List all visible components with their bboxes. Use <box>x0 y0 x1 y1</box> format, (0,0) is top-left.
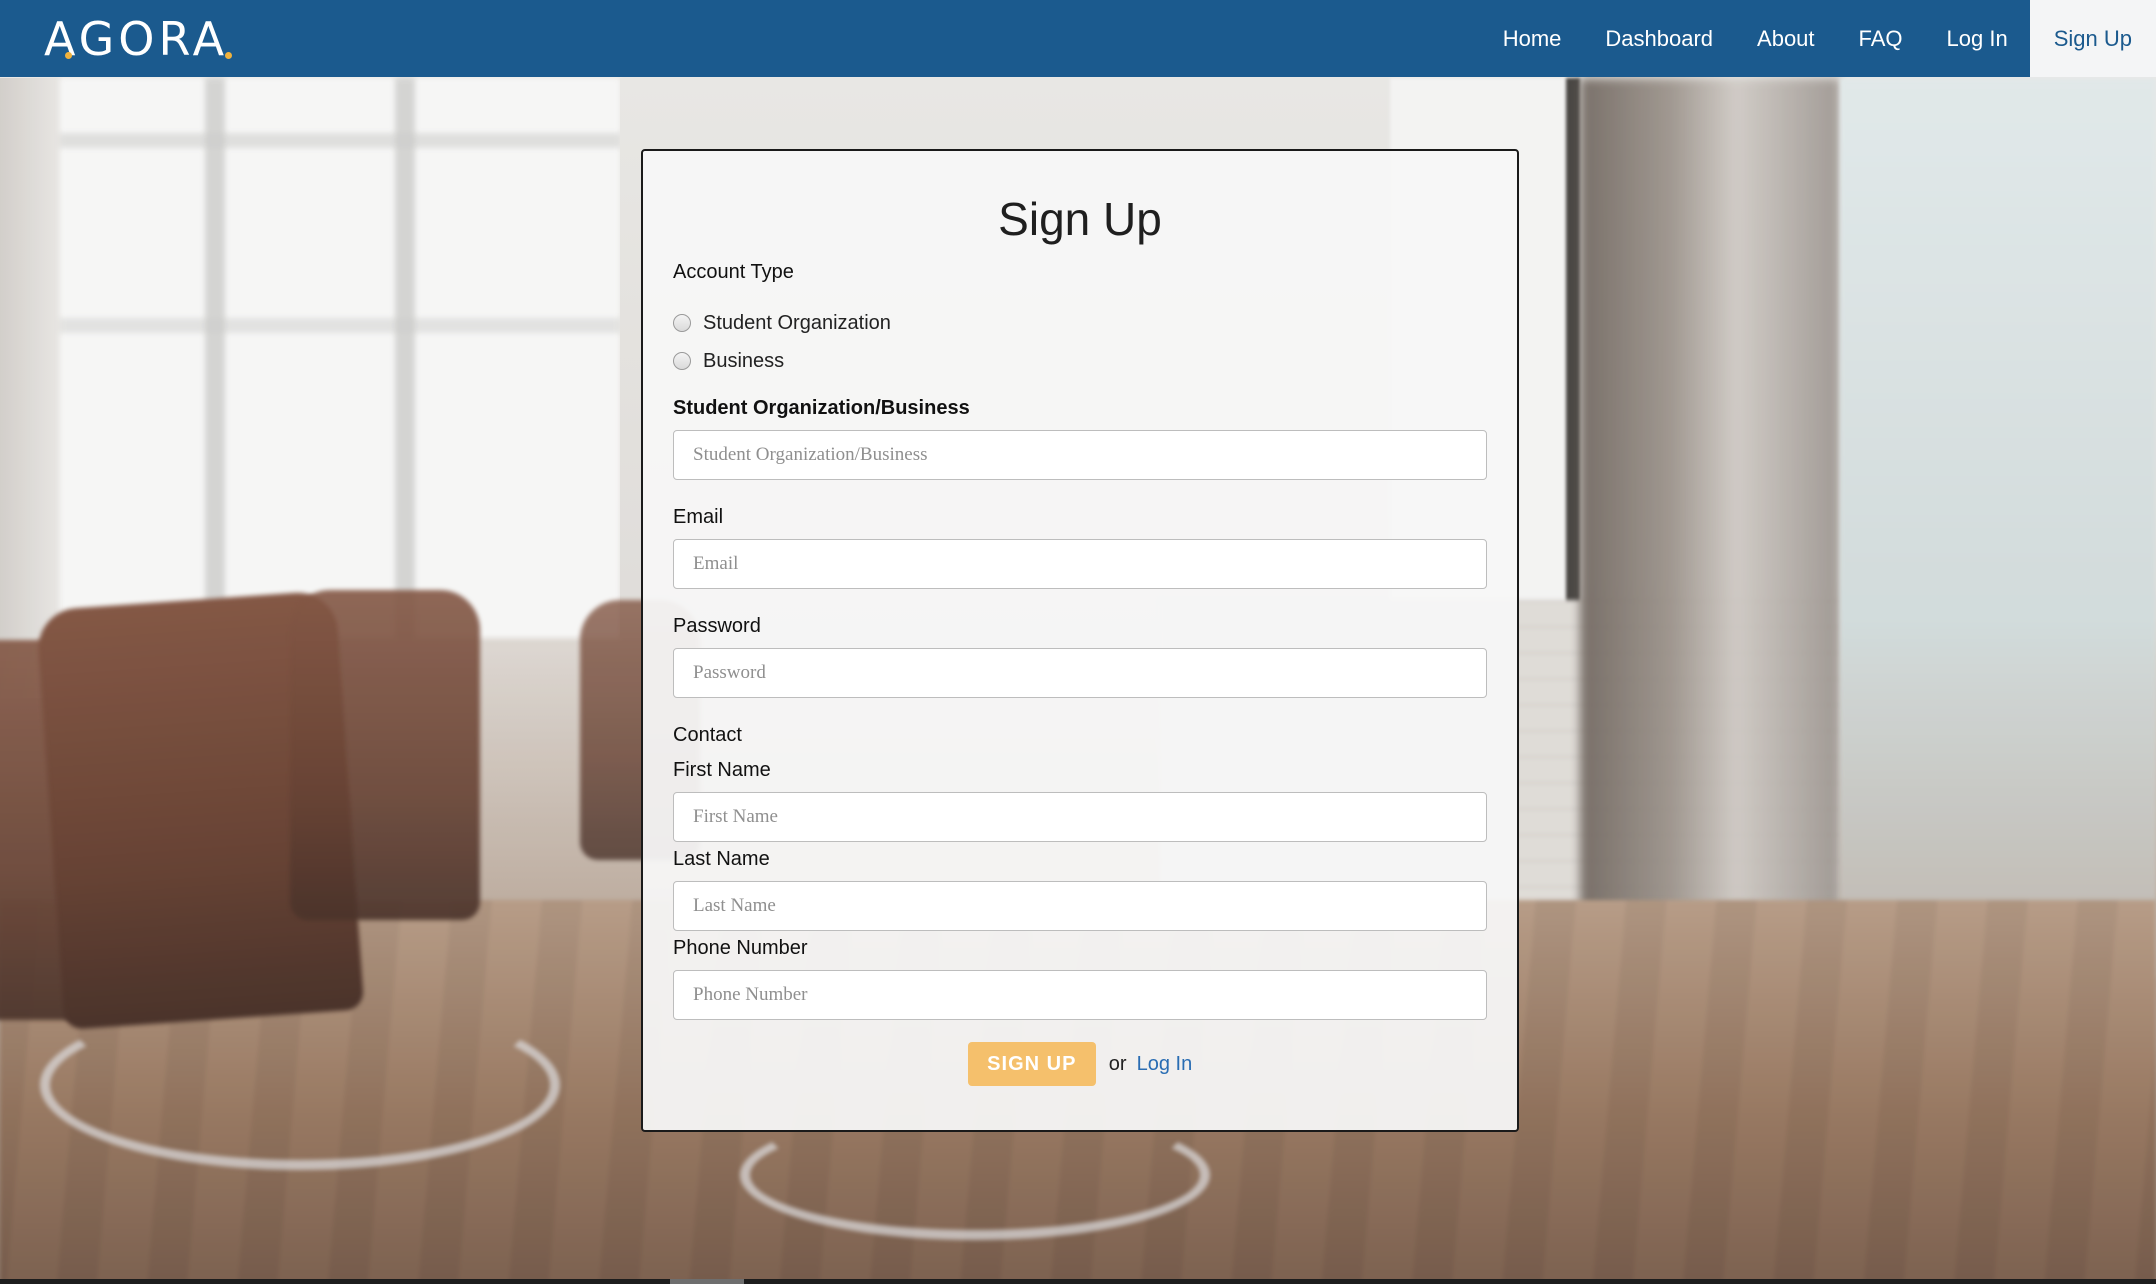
radio-button[interactable] <box>673 314 691 332</box>
last-name-label: Last Name <box>673 848 770 870</box>
email-label: Email <box>673 506 724 528</box>
first-name-input[interactable] <box>673 792 1487 842</box>
account-type-label: Account Type <box>673 261 794 283</box>
signup-card: Sign Up Account Type Student Organizatio… <box>641 149 1519 1132</box>
signup-button[interactable]: SIGN UP <box>967 1042 1096 1086</box>
radio-label: Student Organization <box>703 311 891 334</box>
contact-label: Contact <box>673 724 742 746</box>
password-label: Password <box>673 615 761 637</box>
last-name-input[interactable] <box>673 881 1487 931</box>
page-title: Sign Up <box>998 193 1162 245</box>
login-link[interactable]: Log In <box>1137 1053 1193 1076</box>
nav-faq[interactable]: FAQ <box>1837 0 1925 77</box>
radio-button[interactable] <box>673 352 691 370</box>
nav-login[interactable]: Log In <box>1925 0 2030 77</box>
password-input[interactable] <box>673 648 1487 698</box>
logo-dot-icon <box>65 52 72 59</box>
horizontal-scrollbar[interactable] <box>0 1279 2156 1284</box>
nav-about[interactable]: About <box>1735 0 1837 77</box>
brand-logo[interactable]: AGORA <box>44 0 232 77</box>
nav-links: Home Dashboard About FAQ Log In Sign Up <box>1481 0 2156 77</box>
phone-label: Phone Number <box>673 937 808 959</box>
or-text: or <box>1108 1052 1127 1075</box>
radio-option-business[interactable]: Business <box>673 342 1487 380</box>
logo-dot-icon <box>225 52 232 59</box>
nav-dashboard[interactable]: Dashboard <box>1583 0 1735 77</box>
nav-home[interactable]: Home <box>1481 0 1584 77</box>
form-actions: SIGN UP or Log In <box>673 1042 1487 1086</box>
radio-label: Business <box>703 349 785 372</box>
scrollbar-thumb[interactable] <box>670 1279 744 1284</box>
first-name-label: First Name <box>673 759 771 781</box>
radio-option-student-organization[interactable]: Student Organization <box>673 304 1487 342</box>
email-input[interactable] <box>673 539 1487 589</box>
nav-signup[interactable]: Sign Up <box>2029 0 2156 77</box>
phone-input[interactable] <box>673 970 1487 1020</box>
brand-name: AGORA <box>44 11 229 66</box>
organization-input[interactable] <box>673 430 1487 480</box>
top-navbar: AGORA Home Dashboard About FAQ Log In Si… <box>0 0 2156 77</box>
organization-label: Student Organization/Business <box>673 397 970 419</box>
